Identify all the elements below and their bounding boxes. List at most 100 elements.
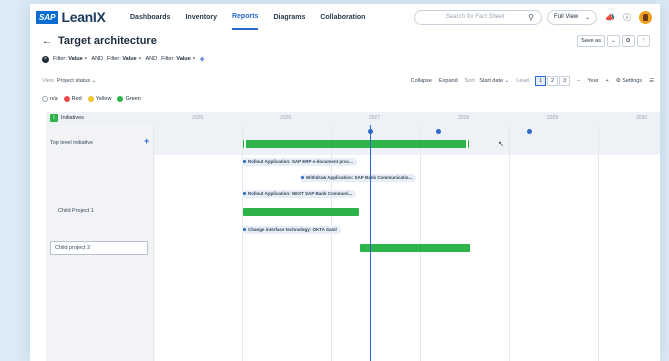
level-control: Level 123 <box>516 76 571 86</box>
save-as-dropdown-icon[interactable]: ⌄ <box>606 35 620 47</box>
row-label-top-level-initiative[interactable]: Top level initiative <box>50 140 93 146</box>
brand-name: LeanIX <box>61 9 106 25</box>
row-label-child-project-1[interactable]: Child Project 1 <box>58 208 94 214</box>
app-window: SAP LeanIX Dashboards Inventory Reports … <box>30 4 660 361</box>
sort-value: Start date <box>479 78 504 84</box>
back-arrow-icon[interactable]: ← <box>42 36 52 47</box>
nav-diagrams[interactable]: Diagrams <box>273 4 305 30</box>
mouse-cursor-icon: ↖ <box>498 141 504 148</box>
search-icon[interactable]: ⚲ <box>528 13 534 22</box>
nav-inventory[interactable]: Inventory <box>185 4 217 30</box>
today-line <box>370 125 371 361</box>
zoom-out-button[interactable]: − <box>577 78 580 84</box>
remove-filter-icon[interactable]: × <box>192 56 195 62</box>
zoom-level: Year <box>587 78 599 84</box>
status-legend: n/a Red Yellow Green <box>30 90 660 108</box>
nav-dashboards[interactable]: Dashboards <box>130 4 170 30</box>
help-icon[interactable]: ⓘ <box>623 12 631 23</box>
filter-joiner: AND <box>145 56 158 62</box>
legend-label: n/a <box>50 96 58 102</box>
avatar[interactable] <box>639 10 652 24</box>
legend-label: Yellow <box>95 96 112 102</box>
legend-item-green: Green <box>117 96 141 102</box>
search-input[interactable]: Search for Fact Sheet ⚲ <box>414 9 543 25</box>
filter-value: Value <box>68 56 83 62</box>
zoom-in-button[interactable]: + <box>606 78 609 84</box>
year-label: 2026 <box>280 115 292 121</box>
year-label: 2030 <box>636 115 648 121</box>
page-title: Target architecture <box>58 35 157 47</box>
sort-control[interactable]: Sort Start date ⌄ <box>465 78 510 84</box>
chevron-down-icon: ⌄ <box>585 14 591 21</box>
year-label: 2028 <box>458 115 470 121</box>
child-project-2-bar[interactable] <box>360 244 470 252</box>
settings-button[interactable]: ⚙ Settings <box>616 78 642 84</box>
initiatives-header: I Initiatives <box>50 114 84 122</box>
chevron-down-icon: ⌄ <box>504 78 510 84</box>
legend-dot <box>63 96 70 102</box>
nav-collaboration[interactable]: Collaboration <box>320 4 365 30</box>
expand-button[interactable]: Expand <box>439 78 458 84</box>
search-placeholder: Search for Fact Sheet <box>445 14 505 20</box>
level-1-button[interactable]: 1 <box>534 76 547 86</box>
dependency-chip[interactable]: Change interface technology: OKTA Saml <box>242 226 341 234</box>
more-icon[interactable]: ⋮ <box>636 35 650 47</box>
megaphone-icon[interactable]: 📣 <box>605 13 615 22</box>
dependency-chip[interactable]: Rollout Application: NEXT SAP Bank Commu… <box>242 190 357 198</box>
view-label: View <box>42 78 54 84</box>
milestone-dot[interactable] <box>527 129 532 134</box>
filter-chip-3[interactable]: Filter: Value × <box>161 56 195 62</box>
menu-icon[interactable]: ☰ <box>649 78 654 84</box>
year-label: 2029 <box>547 115 559 121</box>
legend-dot <box>87 96 94 102</box>
toolbar-right: Collapse Expand Sort Start date ⌄ Level … <box>411 76 654 86</box>
add-filter-icon[interactable]: + <box>199 54 204 64</box>
top-bar: SAP LeanIX Dashboards Inventory Reports … <box>30 4 660 30</box>
grid-line <box>598 125 599 361</box>
level-3-button[interactable]: 3 <box>559 76 571 86</box>
add-child-icon[interactable]: + <box>144 136 149 146</box>
sap-logo-mark: SAP <box>36 10 59 24</box>
grid-line <box>420 125 421 361</box>
remove-filter-icon[interactable]: × <box>84 56 87 62</box>
dependency-chip[interactable]: Withdraw Application: SAP Bank Communica… <box>300 174 417 182</box>
child-project-1-bar[interactable] <box>243 208 359 216</box>
legend-item-red: Red <box>63 96 82 102</box>
top-level-initiative-bar[interactable] <box>243 140 469 148</box>
filter-value: Value <box>122 56 137 62</box>
legend-item-yellow: Yellow <box>87 96 112 102</box>
leanix-logo[interactable]: SAP LeanIX <box>36 9 122 25</box>
timeline: I Initiatives 2025 2026 2027 2028 2029 20… <box>46 112 660 361</box>
filter-joiner: AND <box>91 56 104 62</box>
gear-icon: ⚙ <box>615 78 621 84</box>
year-label: 2027 <box>369 115 381 121</box>
filter-label: Filter: <box>53 56 67 62</box>
legend-label: Red <box>71 96 82 102</box>
level-2-button[interactable]: 2 <box>547 76 559 86</box>
view-select-value: Full View <box>554 14 579 20</box>
timeline-header: I Initiatives 2025 2026 2027 2028 2029 20… <box>46 112 660 125</box>
collapse-button[interactable]: Collapse <box>411 78 432 84</box>
row-label-child-project-2[interactable]: Child project 2 <box>50 241 148 255</box>
filter-chip-2[interactable]: Filter: Value × <box>107 56 141 62</box>
level-label: Level <box>516 78 530 84</box>
gear-icon[interactable]: ⚙ <box>621 35 635 47</box>
nav-reports[interactable]: Reports <box>231 4 259 30</box>
filter-row: × Filter: Value × AND Filter: Value × AN… <box>30 52 660 66</box>
save-as-button[interactable]: Save as <box>577 35 605 47</box>
report-toolbar: View Project status ⌄ Collapse Expand So… <box>30 72 660 90</box>
legend-item-na: n/a <box>42 96 58 102</box>
filter-label: Filter: <box>107 56 121 62</box>
bar-end-handle[interactable] <box>466 140 468 148</box>
grid-line <box>153 125 154 361</box>
dependency-chip[interactable]: Rollout Application: SAP ERP e-document … <box>242 158 357 166</box>
title-row: ← Target architecture Save as ⌄ ⚙ ⋮ <box>30 30 660 52</box>
view-select[interactable]: Full View ⌄ <box>547 9 598 25</box>
bar-start-handle[interactable] <box>244 140 246 148</box>
grid-line <box>509 125 510 361</box>
remove-filter-icon[interactable]: × <box>138 56 141 62</box>
view-dropdown[interactable]: Project status ⌄ <box>57 78 96 84</box>
filter-chip-1[interactable]: Filter: Value × <box>53 56 87 62</box>
milestone-dot[interactable] <box>436 129 441 134</box>
clear-filters-icon[interactable]: × <box>42 55 49 63</box>
